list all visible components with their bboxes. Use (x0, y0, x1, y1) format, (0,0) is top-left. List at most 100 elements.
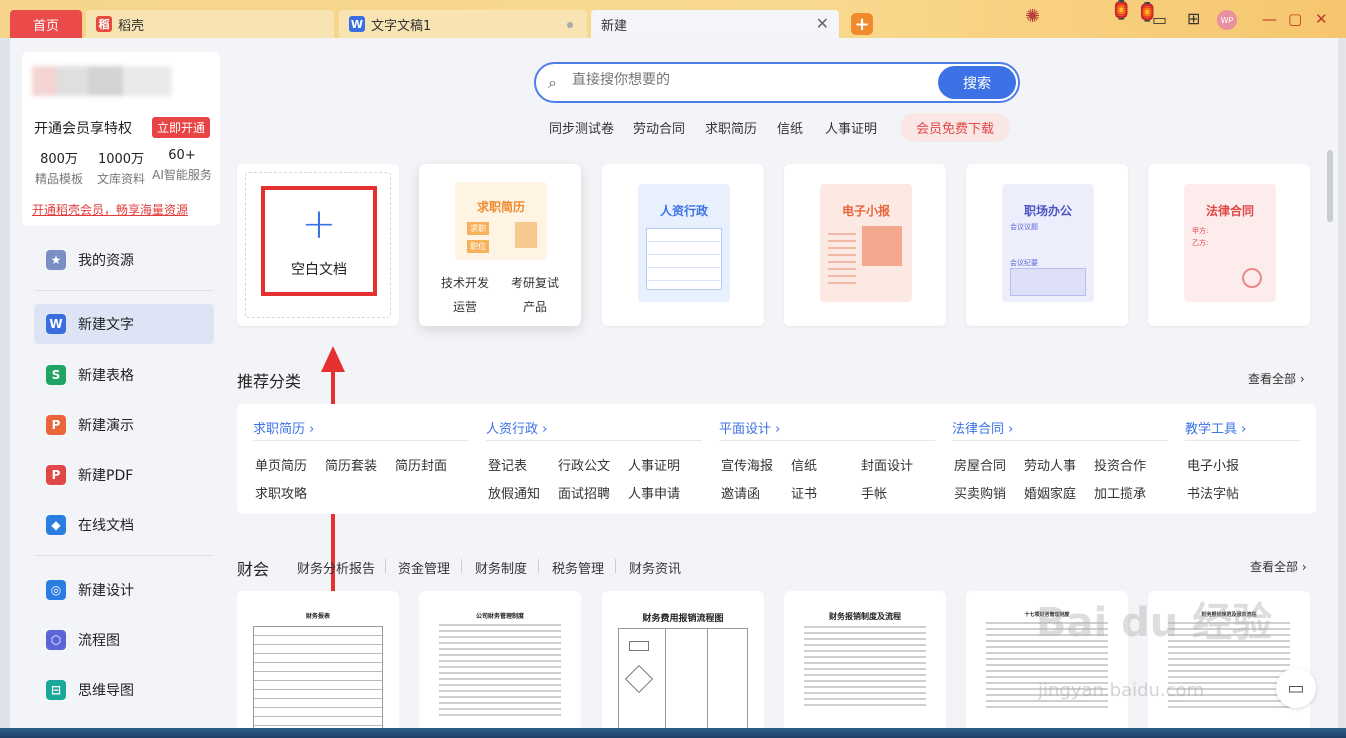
finance-doc-card[interactable]: 公司财务管理制度 (419, 591, 581, 738)
sidebar-item-new-sheet[interactable]: S 新建表格 (34, 355, 214, 395)
finance-doc-card[interactable]: 财务报销制度及流程 (784, 591, 946, 738)
category-head-resume[interactable]: 求职简历 › (253, 418, 314, 437)
finance-tab[interactable]: 资金管理 (398, 558, 450, 577)
finance-tab[interactable]: 税务管理 (552, 558, 604, 577)
category-link[interactable]: 人事申请 (628, 483, 680, 502)
vip-download-button[interactable]: 会员免费下载 (900, 113, 1011, 142)
sidebar-item-new-design[interactable]: ◎ 新建设计 (34, 570, 214, 610)
tab-daoke[interactable]: 稻 稻壳 (86, 10, 334, 38)
quick-search-link[interactable]: 同步测试卷 (549, 118, 614, 137)
tab-new[interactable]: 新建 ✕ (591, 10, 839, 38)
finance-tab[interactable]: 财务分析报告 (297, 558, 375, 577)
template-card-hr[interactable]: 人资行政 (602, 164, 764, 326)
category-link[interactable]: 登记表 (488, 455, 527, 474)
finance-tab[interactable]: 财务资讯 (629, 558, 681, 577)
category-link[interactable]: 投资合作 (1094, 455, 1146, 474)
sidebar-item-new-doc[interactable]: W 新建文字 (34, 304, 214, 344)
design-icon: ◎ (46, 580, 66, 600)
category-link[interactable]: 面试招聘 (558, 483, 610, 502)
category-head-design[interactable]: 平面设计 › (719, 418, 780, 437)
flow-line (707, 629, 708, 737)
category-link[interactable]: 简历套装 (325, 455, 377, 474)
category-link[interactable]: 房屋合同 (954, 455, 1006, 474)
close-tab-icon[interactable]: ✕ (816, 14, 829, 33)
avatar[interactable]: WP (1217, 10, 1237, 30)
category-head-teaching[interactable]: 教学工具 › (1185, 418, 1246, 437)
category-link[interactable]: 电子小报 (1187, 455, 1239, 474)
vip-stat: 800万 精品模板 (26, 148, 92, 187)
sidebar-item-resources[interactable]: ★ 我的资源 (34, 240, 214, 280)
minimize-icon[interactable]: — (1262, 10, 1277, 30)
tab-home[interactable]: 首页 (10, 10, 82, 38)
template-card-resume[interactable]: 求职简历 求职 职位 技术开发 考研复试 运营 产品 (419, 164, 581, 326)
category-link[interactable]: 邀请函 (721, 483, 760, 502)
quick-search-link[interactable]: 求职简历 (705, 118, 757, 137)
resume-sub-link[interactable]: 产品 (523, 298, 547, 315)
apps-grid-icon[interactable]: ⊞ (1187, 9, 1200, 29)
sidebar-item-new-pdf[interactable]: P 新建PDF (34, 455, 214, 495)
quick-search-link[interactable]: 人事证明 (825, 118, 877, 137)
category-link[interactable]: 书法字帖 (1187, 483, 1239, 502)
chevron-right-icon: › (1301, 560, 1307, 574)
finance-title: 财会 (237, 560, 270, 579)
template-card-legal[interactable]: 法律合同 甲方: 乙方: (1148, 164, 1310, 326)
blank-document-highlight[interactable]: + 空白文档 (261, 186, 377, 296)
category-link[interactable]: 人事证明 (628, 455, 680, 474)
close-window-icon[interactable]: ✕ (1315, 10, 1328, 30)
category-link[interactable]: 手帐 (861, 483, 887, 502)
doc-title: 公司财务管理制度 (475, 613, 524, 620)
finance-tab[interactable]: 财务制度 (475, 558, 527, 577)
category-link[interactable]: 宣传海报 (721, 455, 773, 474)
quick-search-link[interactable]: 劳动合同 (633, 118, 685, 137)
resume-thumb-tag: 职位 (467, 240, 489, 253)
search-input[interactable] (572, 72, 912, 88)
maximize-icon[interactable]: ▢ (1288, 10, 1302, 30)
finance-see-all-link[interactable]: 查看全部 › (1250, 558, 1307, 575)
feedback-button[interactable]: ▭ (1276, 668, 1316, 708)
category-link[interactable]: 求职攻略 (255, 483, 307, 502)
template-card-office[interactable]: 职场办公 会议议题 会议纪要 (966, 164, 1128, 326)
finance-doc-card[interactable]: 财务费用报销流程图 (602, 591, 764, 738)
quick-search-link[interactable]: 信纸 (777, 118, 803, 137)
scrollbar[interactable] (1327, 150, 1333, 222)
category-link[interactable]: 劳动人事 (1024, 455, 1076, 474)
category-link[interactable]: 婚姻家庭 (1024, 483, 1076, 502)
category-link[interactable]: 买卖购销 (954, 483, 1006, 502)
sidebar-item-online-doc[interactable]: ◆ 在线文档 (34, 505, 214, 545)
category-link[interactable]: 加工揽承 (1094, 483, 1146, 502)
resume-sub-link[interactable]: 运营 (453, 298, 477, 315)
category-head-hr[interactable]: 人资行政 › (486, 418, 547, 437)
resume-sub-link[interactable]: 考研复试 (511, 274, 559, 291)
category-head-label: 法律合同 (952, 422, 1005, 437)
finance-doc-card[interactable]: 财务报表 (237, 591, 399, 738)
sidebar-item-label: 思维导图 (78, 683, 134, 699)
sidebar-item-mindmap[interactable]: ⊟ 思维导图 (34, 670, 214, 710)
template-card-paper[interactable]: 电子小报 (784, 164, 946, 326)
sidebar-item-new-ppt[interactable]: P 新建演示 (34, 405, 214, 445)
category-link[interactable]: 行政公文 (558, 455, 610, 474)
blank-document-card[interactable]: + 空白文档 (237, 164, 399, 326)
add-tab-button[interactable]: + (851, 13, 873, 35)
office-box-graphic (1010, 268, 1086, 296)
blank-document-label: 空白文档 (291, 262, 347, 278)
category-head-legal[interactable]: 法律合同 › (952, 418, 1013, 437)
sidebar-item-flowchart[interactable]: ⬡ 流程图 (34, 620, 214, 660)
category-link[interactable]: 证书 (791, 483, 817, 502)
doc-title: 财务报表 (305, 613, 330, 620)
category-link[interactable]: 放假通知 (488, 483, 540, 502)
vip-promo-link[interactable]: 开通稻壳会员，畅享海量资源 (32, 201, 188, 218)
category-link[interactable]: 简历封面 (395, 455, 447, 474)
recommend-see-all-link[interactable]: 查看全部 › (1248, 370, 1305, 387)
category-link[interactable]: 单页简历 (255, 455, 307, 474)
category-head-label: 平面设计 (719, 422, 772, 437)
category-link[interactable]: 信纸 (791, 455, 817, 474)
layout-icon[interactable]: ▭ (1152, 10, 1167, 30)
see-all-label: 查看全部 (1248, 372, 1297, 386)
search-button[interactable]: 搜索 (938, 66, 1016, 99)
category-link[interactable]: 封面设计 (861, 455, 913, 474)
vip-open-button[interactable]: 立即开通 (152, 117, 211, 138)
tab-document[interactable]: W 文字文稿1 (339, 10, 587, 38)
sidebar-item-label: 新建PDF (78, 468, 134, 484)
doc-title: 财务费用报销流程图 (642, 614, 724, 624)
resume-sub-link[interactable]: 技术开发 (441, 274, 489, 291)
